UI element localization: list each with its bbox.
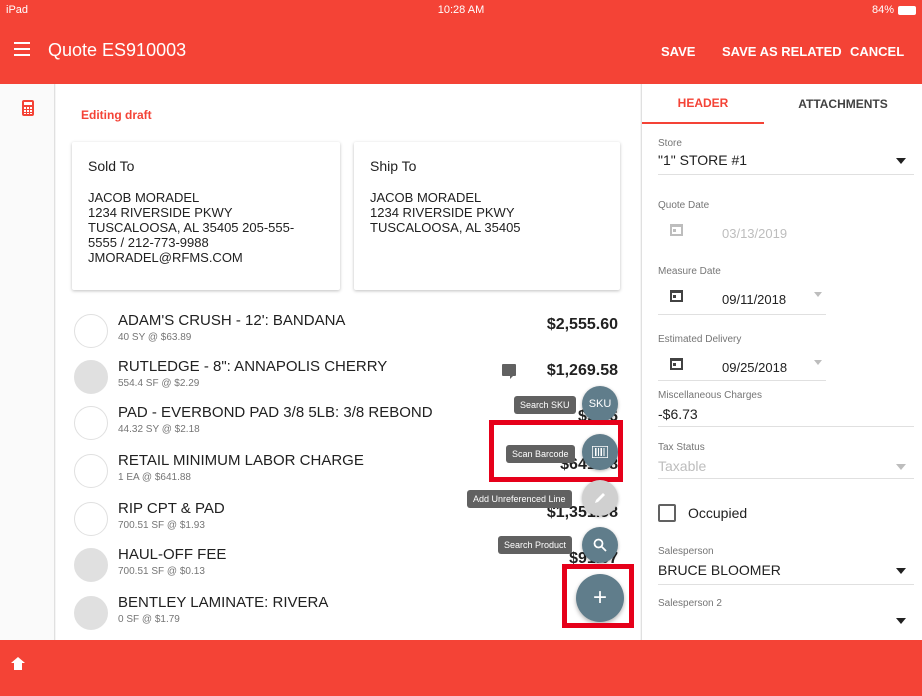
line-item-name: RETAIL MINIMUM LABOR CHARGE [118,452,364,469]
menu-icon[interactable] [14,42,30,56]
occupied-checkbox[interactable] [658,504,676,522]
salesperson-select[interactable]: BRUCE BLOOMER [658,562,781,578]
tax-status-label: Tax Status [658,442,705,453]
line-item-detail: 554.4 SF @ $2.29 [118,378,200,389]
line-item-avatar [74,548,108,582]
line-item-price: $2,555.60 [546,316,618,333]
ship-to-card[interactable]: Ship To JACOB MORADEL 1234 RIVERSIDE PKW… [354,142,620,290]
app-bar: Quote ES910003 SAVE SAVE AS RELATED CANC… [0,20,922,84]
left-rail [0,84,55,640]
calendar-icon[interactable] [670,290,683,302]
header-panel: HEADER ATTACHMENTS Store "1" STORE #1 Qu… [641,84,922,640]
main-content: Editing draft Sold To JACOB MORADEL 1234… [56,84,640,640]
misc-charges-input[interactable]: -$6.73 [658,406,698,422]
line-item-price: $1,269.58 [546,362,618,379]
battery-percent: 84% [871,4,894,16]
search-icon [593,538,607,552]
calendar-icon [670,224,683,236]
editing-draft-label: Editing draft [81,108,152,122]
line-item-name: PAD - EVERBOND PAD 3/8 5LB: 3/8 REBOND [118,404,433,421]
search-product-label: Search Product [498,536,573,554]
search-sku-button[interactable]: SKU [582,386,618,422]
line-item-name: BENTLEY LAMINATE: RIVERA [118,594,329,611]
chevron-down-icon[interactable] [814,292,822,297]
add-unreferenced-line-button[interactable] [582,480,618,516]
occupied-label: Occupied [688,505,748,521]
chevron-down-icon[interactable] [814,360,822,365]
divider [658,380,826,381]
search-sku-label: Search SKU [514,396,576,414]
add-unreferenced-line-label: Add Unreferenced Line [467,490,572,508]
calendar-icon[interactable] [670,358,683,370]
bottom-bar [0,640,922,696]
save-button[interactable]: SAVE [661,44,695,59]
add-fab-highlight [562,564,634,628]
divider [658,174,914,175]
line-item-detail: 44.32 SY @ $2.18 [118,424,200,435]
divider [658,426,914,427]
quote-date-label: Quote Date [658,200,710,211]
clock: 10:28 AM [437,4,485,16]
tab-header[interactable]: HEADER [642,84,764,124]
line-item-detail: 0 SF @ $1.79 [118,614,180,625]
store-label: Store [658,138,682,149]
battery-indicator: 84% [872,4,916,16]
line-item-detail: 700.51 SF @ $0.13 [118,566,205,577]
chevron-down-icon[interactable] [896,158,906,164]
line-item-detail: 1 EA @ $641.88 [118,472,191,483]
divider [658,314,826,315]
cancel-button[interactable]: CANCEL [850,44,904,59]
line-item-name: RUTLEDGE - 8": ANNAPOLIS CHERRY [118,358,388,375]
ship-to-address: JACOB MORADEL 1234 RIVERSIDE PKWY TUSCAL… [370,190,521,235]
sold-to-address: JACOB MORADEL 1234 RIVERSIDE PKWY TUSCAL… [88,190,295,265]
measure-date-field[interactable]: 09/11/2018 [722,292,786,307]
salesperson-label: Salesperson [658,546,714,557]
line-item-name: ADAM'S CRUSH - 12': BANDANA [118,312,346,329]
sold-to-title: Sold To [88,158,135,174]
line-item-detail: 40 SY @ $63.89 [118,332,192,343]
measure-date-label: Measure Date [658,266,721,277]
line-item-avatar [74,314,108,348]
line-item-avatar [74,502,108,536]
pencil-icon [595,493,605,503]
chevron-down-icon[interactable] [896,568,906,574]
divider [658,584,914,585]
scan-barcode-highlight [489,420,623,482]
tax-status-select[interactable]: Taxable [658,458,706,474]
status-bar: iPad 10:28 AM 84% [0,0,922,20]
comment-icon[interactable] [502,364,516,379]
divider [658,478,914,479]
salesperson2-label: Salesperson 2 [658,598,722,609]
line-item[interactable]: BENTLEY LAMINATE: RIVERA 0 SF @ $1.79 [74,594,634,642]
ship-to-title: Ship To [370,158,417,174]
save-as-related-button[interactable]: SAVE AS RELATED [722,44,842,59]
search-product-button[interactable] [582,527,618,563]
line-item-avatar [74,454,108,488]
page-title: Quote ES910003 [48,40,187,60]
line-item-avatar [74,360,108,394]
chevron-down-icon[interactable] [896,618,906,624]
sold-to-card[interactable]: Sold To JACOB MORADEL 1234 RIVERSIDE PKW… [72,142,340,290]
estimated-delivery-field[interactable]: 09/25/2018 [722,360,787,375]
tab-attachments[interactable]: ATTACHMENTS [764,84,922,124]
line-item-avatar [74,406,108,440]
misc-charges-label: Miscellaneous Charges [658,390,762,401]
line-item-name: HAUL-OFF FEE [118,546,227,563]
line-item-detail: 700.51 SF @ $1.93 [118,520,205,531]
calculator-icon[interactable] [22,100,34,116]
chevron-down-icon[interactable] [896,464,906,470]
line-item-avatar [74,596,108,630]
line-item-name: RIP CPT & PAD [118,500,225,517]
estimated-delivery-label: Estimated Delivery [658,334,742,345]
battery-icon [898,5,916,15]
line-item[interactable]: ADAM'S CRUSH - 12': BANDANA 40 SY @ $63.… [74,312,634,360]
quote-date-value: 03/13/2019 [722,226,788,241]
store-select[interactable]: "1" STORE #1 [658,152,747,168]
home-icon[interactable] [11,657,25,674]
